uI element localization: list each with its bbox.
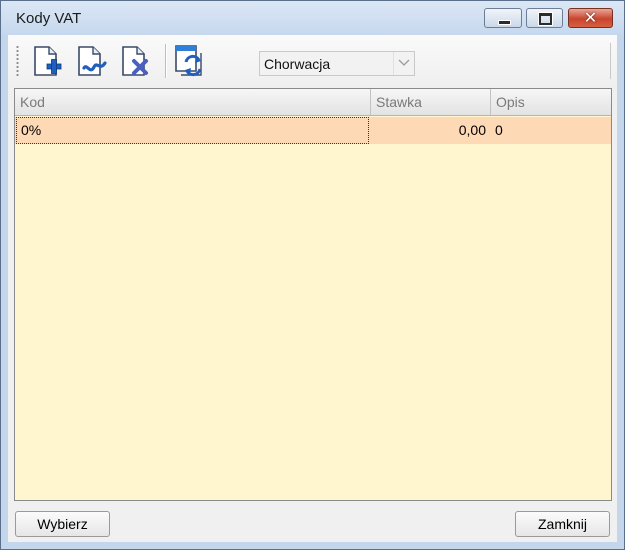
close-window-button[interactable]: ✕ <box>568 8 613 28</box>
dropdown-arrow[interactable] <box>393 52 414 75</box>
edit-button[interactable] <box>74 41 108 81</box>
column-header-kod[interactable]: Kod <box>15 89 371 115</box>
refresh-button[interactable] <box>172 41 206 81</box>
minimize-button[interactable] <box>484 8 522 28</box>
toolbar: Chorwacja <box>8 35 617 87</box>
vat-codes-grid: Kod Stawka Opis 0% 0,00 0 <box>14 88 612 501</box>
cell-opis[interactable]: 0 <box>495 117 605 144</box>
close-button[interactable]: Zamknij <box>515 511 610 537</box>
delete-button[interactable] <box>118 41 152 81</box>
cell-kod[interactable]: 0% <box>16 117 369 144</box>
maximize-button[interactable] <box>526 8 563 28</box>
title-bar[interactable]: Kody VAT ✕ <box>1 1 624 35</box>
edit-document-icon <box>78 46 107 76</box>
chevron-down-icon <box>398 59 410 66</box>
toolbar-end-border <box>610 43 613 79</box>
table-row[interactable]: 0% 0,00 0 <box>15 117 611 144</box>
cell-stawka[interactable]: 0,00 <box>371 117 486 144</box>
maximize-icon <box>539 13 552 25</box>
country-select-value: Chorwacja <box>264 56 331 72</box>
dialog-window: Kody VAT ✕ Chorwacja Kod Stawka Opis 0% … <box>0 0 625 550</box>
window-title: Kody VAT <box>16 10 82 27</box>
select-button[interactable]: Wybierz <box>15 511 110 537</box>
dialog-client-area: Chorwacja Kod Stawka Opis 0% 0,00 0 Wybi… <box>8 35 617 542</box>
minimize-icon <box>498 20 511 25</box>
add-document-icon <box>34 46 62 76</box>
close-icon: ✕ <box>583 8 598 27</box>
country-select[interactable]: Chorwacja <box>259 51 415 76</box>
column-header-opis[interactable]: Opis <box>491 89 611 115</box>
column-header-stawka[interactable]: Stawka <box>371 89 491 115</box>
refresh-icon <box>175 45 202 77</box>
toolbar-separator <box>165 44 167 78</box>
delete-document-icon <box>122 46 148 76</box>
add-button[interactable] <box>30 41 64 81</box>
toolbar-grip-handle[interactable] <box>16 45 19 77</box>
grid-header: Kod Stawka Opis <box>15 89 611 116</box>
